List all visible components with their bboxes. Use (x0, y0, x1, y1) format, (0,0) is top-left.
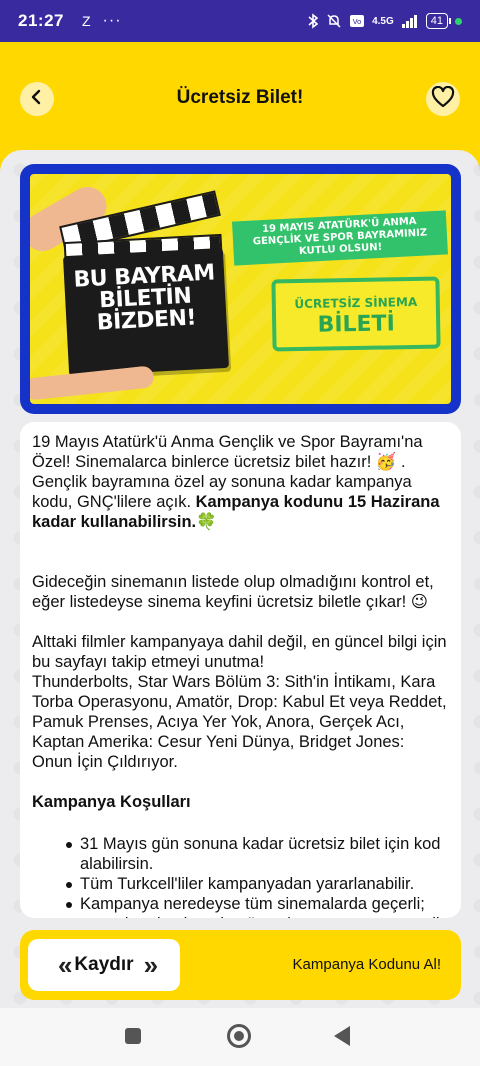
condition-item: Tüm Turkcell'liler kampanyadan yararlana… (66, 874, 449, 894)
status-time: 21:27 (18, 11, 64, 30)
bluetooth-icon (307, 13, 319, 29)
ticket-line2: BİLETİ (317, 311, 395, 338)
clapboard-text: BU BAYRAM BİLETİN BİZDEN! (72, 260, 216, 336)
hand-illustration-bottom (30, 365, 155, 401)
svg-text:Vo: Vo (353, 18, 362, 26)
heart-icon (431, 85, 455, 113)
action-bar: « Kaydır » Kampanya Kodunu Al! (20, 930, 461, 1000)
banner-artwork: BU BAYRAM BİLETİN BİZDEN! 19 MAYIS ATATÜ… (30, 174, 451, 404)
status-z: Z (81, 13, 91, 29)
battery-indicator: 41 (425, 13, 452, 29)
description-card: 19 Mayıs Atatürk'ü Anma Gençlik ve Spor … (20, 422, 461, 918)
status-icons: Vo 4.5G 41 (307, 13, 462, 29)
system-nav-bar (0, 1008, 480, 1066)
double-chevron-left-icon: « (57, 950, 73, 980)
get-code-label[interactable]: Kampanya Kodunu Al! (293, 956, 441, 973)
clapboard-icon: BU BAYRAM BİLETİN BİZDEN! (62, 247, 230, 377)
battery-level: 41 (430, 15, 443, 27)
recents-button[interactable] (125, 1028, 141, 1044)
home-button[interactable] (227, 1024, 251, 1048)
conditions-title: Kampanya Koşulları (32, 793, 191, 811)
status-more-icon: ··· (102, 12, 122, 29)
status-bar: 21:27 Z ··· Vo 4.5G 41 (0, 0, 480, 42)
condition-item: Kampanya neredeyse tüm sinemalarda geçer… (66, 894, 449, 918)
back-nav-button[interactable] (334, 1026, 350, 1046)
check-cinema-text: Gideceğin sinemanın listede olup olmadığ… (32, 573, 434, 611)
excluded-intro-text: Alttaki filmler kampanyaya dahil değil, … (32, 633, 447, 671)
condition-item: 31 Mayıs gün sonuna kadar ücretsiz bilet… (66, 834, 449, 874)
conditions-list: 31 Mayıs gün sonuna kadar ücretsiz bilet… (66, 834, 449, 918)
network-type: 4.5G (372, 15, 394, 27)
ticket-line1: ÜCRETSİZ SİNEMA (294, 294, 418, 312)
slide-button[interactable]: « Kaydır » (28, 939, 180, 991)
intro-paragraph: 19 Mayıs Atatürk'ü Anma Gençlik ve Spor … (32, 432, 449, 532)
mute-bell-icon (326, 13, 342, 29)
holiday-greeting: 19 MAYIS ATATÜRK'Ü ANMA GENÇLİK VE SPOR … (231, 210, 449, 266)
excluded-movies-text: Thunderbolts, Star Wars Bölüm 3: Sith'in… (32, 673, 447, 771)
ticket-graphic: ÜCRETSİZ SİNEMA BİLETİ (271, 276, 441, 352)
page-title: Ücretsiz Bilet! (176, 87, 304, 108)
privacy-dot-icon (455, 17, 462, 25)
signal-icon (401, 14, 419, 28)
volte-icon: Vo (349, 14, 365, 28)
double-chevron-right-icon: » (143, 950, 159, 980)
campaign-banner: BU BAYRAM BİLETİN BİZDEN! 19 MAYIS ATATÜ… (20, 164, 461, 414)
favorite-button[interactable] (426, 82, 460, 116)
clover-emoji: 🍀 (196, 513, 217, 531)
slide-label: Kaydır (74, 954, 134, 975)
